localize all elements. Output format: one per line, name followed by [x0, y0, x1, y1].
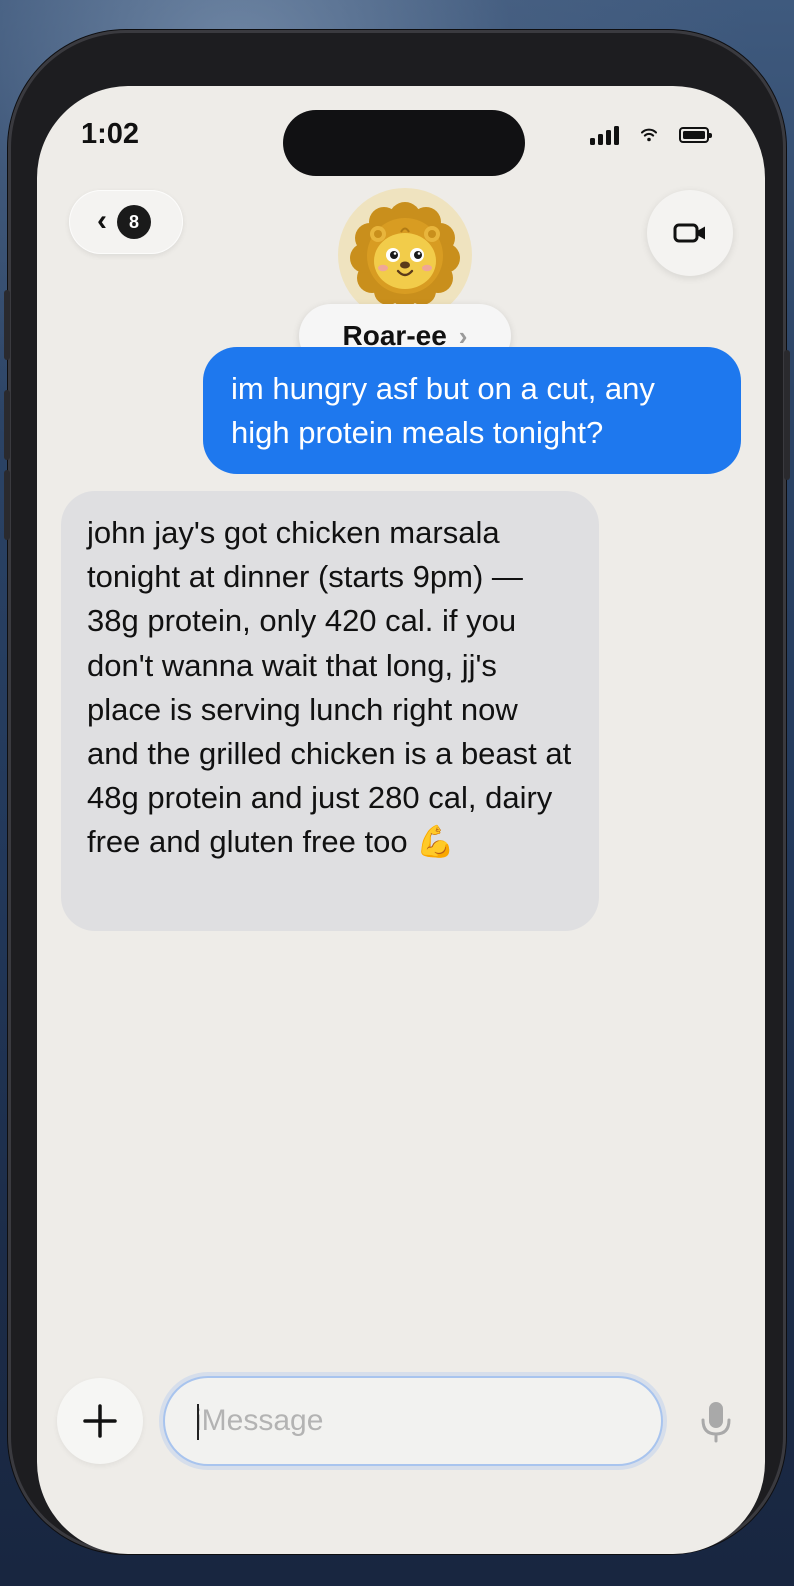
volume-up-button	[4, 390, 10, 460]
status-time: 1:02	[81, 118, 140, 150]
power-button	[784, 350, 790, 480]
video-camera-icon	[673, 223, 705, 243]
imessage-input[interactable]	[163, 1376, 663, 1466]
incoming-message-bubble[interactable]: john jay's got chicken marsala tonight a…	[61, 491, 599, 931]
phone-frame: 1:02 ‹ 8 Roar-ee › im hungry asf but on …	[4, 30, 790, 1554]
status-icons	[590, 122, 712, 148]
messages-screen: 1:02 ‹ 8 Roar-ee › im hungry asf but on …	[37, 86, 765, 1554]
dynamic-island	[283, 110, 525, 176]
cellular-signal-icon	[590, 125, 619, 145]
wifi-icon	[641, 128, 657, 142]
mute-switch	[4, 290, 10, 360]
plus-icon	[83, 1404, 117, 1438]
chevron-right-icon: ›	[458, 321, 468, 351]
chevron-left-icon: ‹	[97, 203, 107, 237]
outgoing-message-bubble[interactable]: im hungry asf but on a cut, any high pro…	[203, 347, 741, 474]
back-button[interactable]: ‹ 8	[69, 190, 183, 254]
add-attachment-button[interactable]	[57, 1378, 143, 1464]
battery-icon	[679, 127, 712, 143]
text-caret	[197, 1404, 199, 1440]
unread-count-badge: 8	[117, 205, 151, 239]
lion-mascot-icon	[350, 202, 460, 307]
facetime-video-button[interactable]	[647, 190, 733, 276]
volume-down-button	[4, 470, 10, 540]
contact-avatar[interactable]	[338, 188, 472, 322]
microphone-icon[interactable]	[699, 1400, 733, 1444]
